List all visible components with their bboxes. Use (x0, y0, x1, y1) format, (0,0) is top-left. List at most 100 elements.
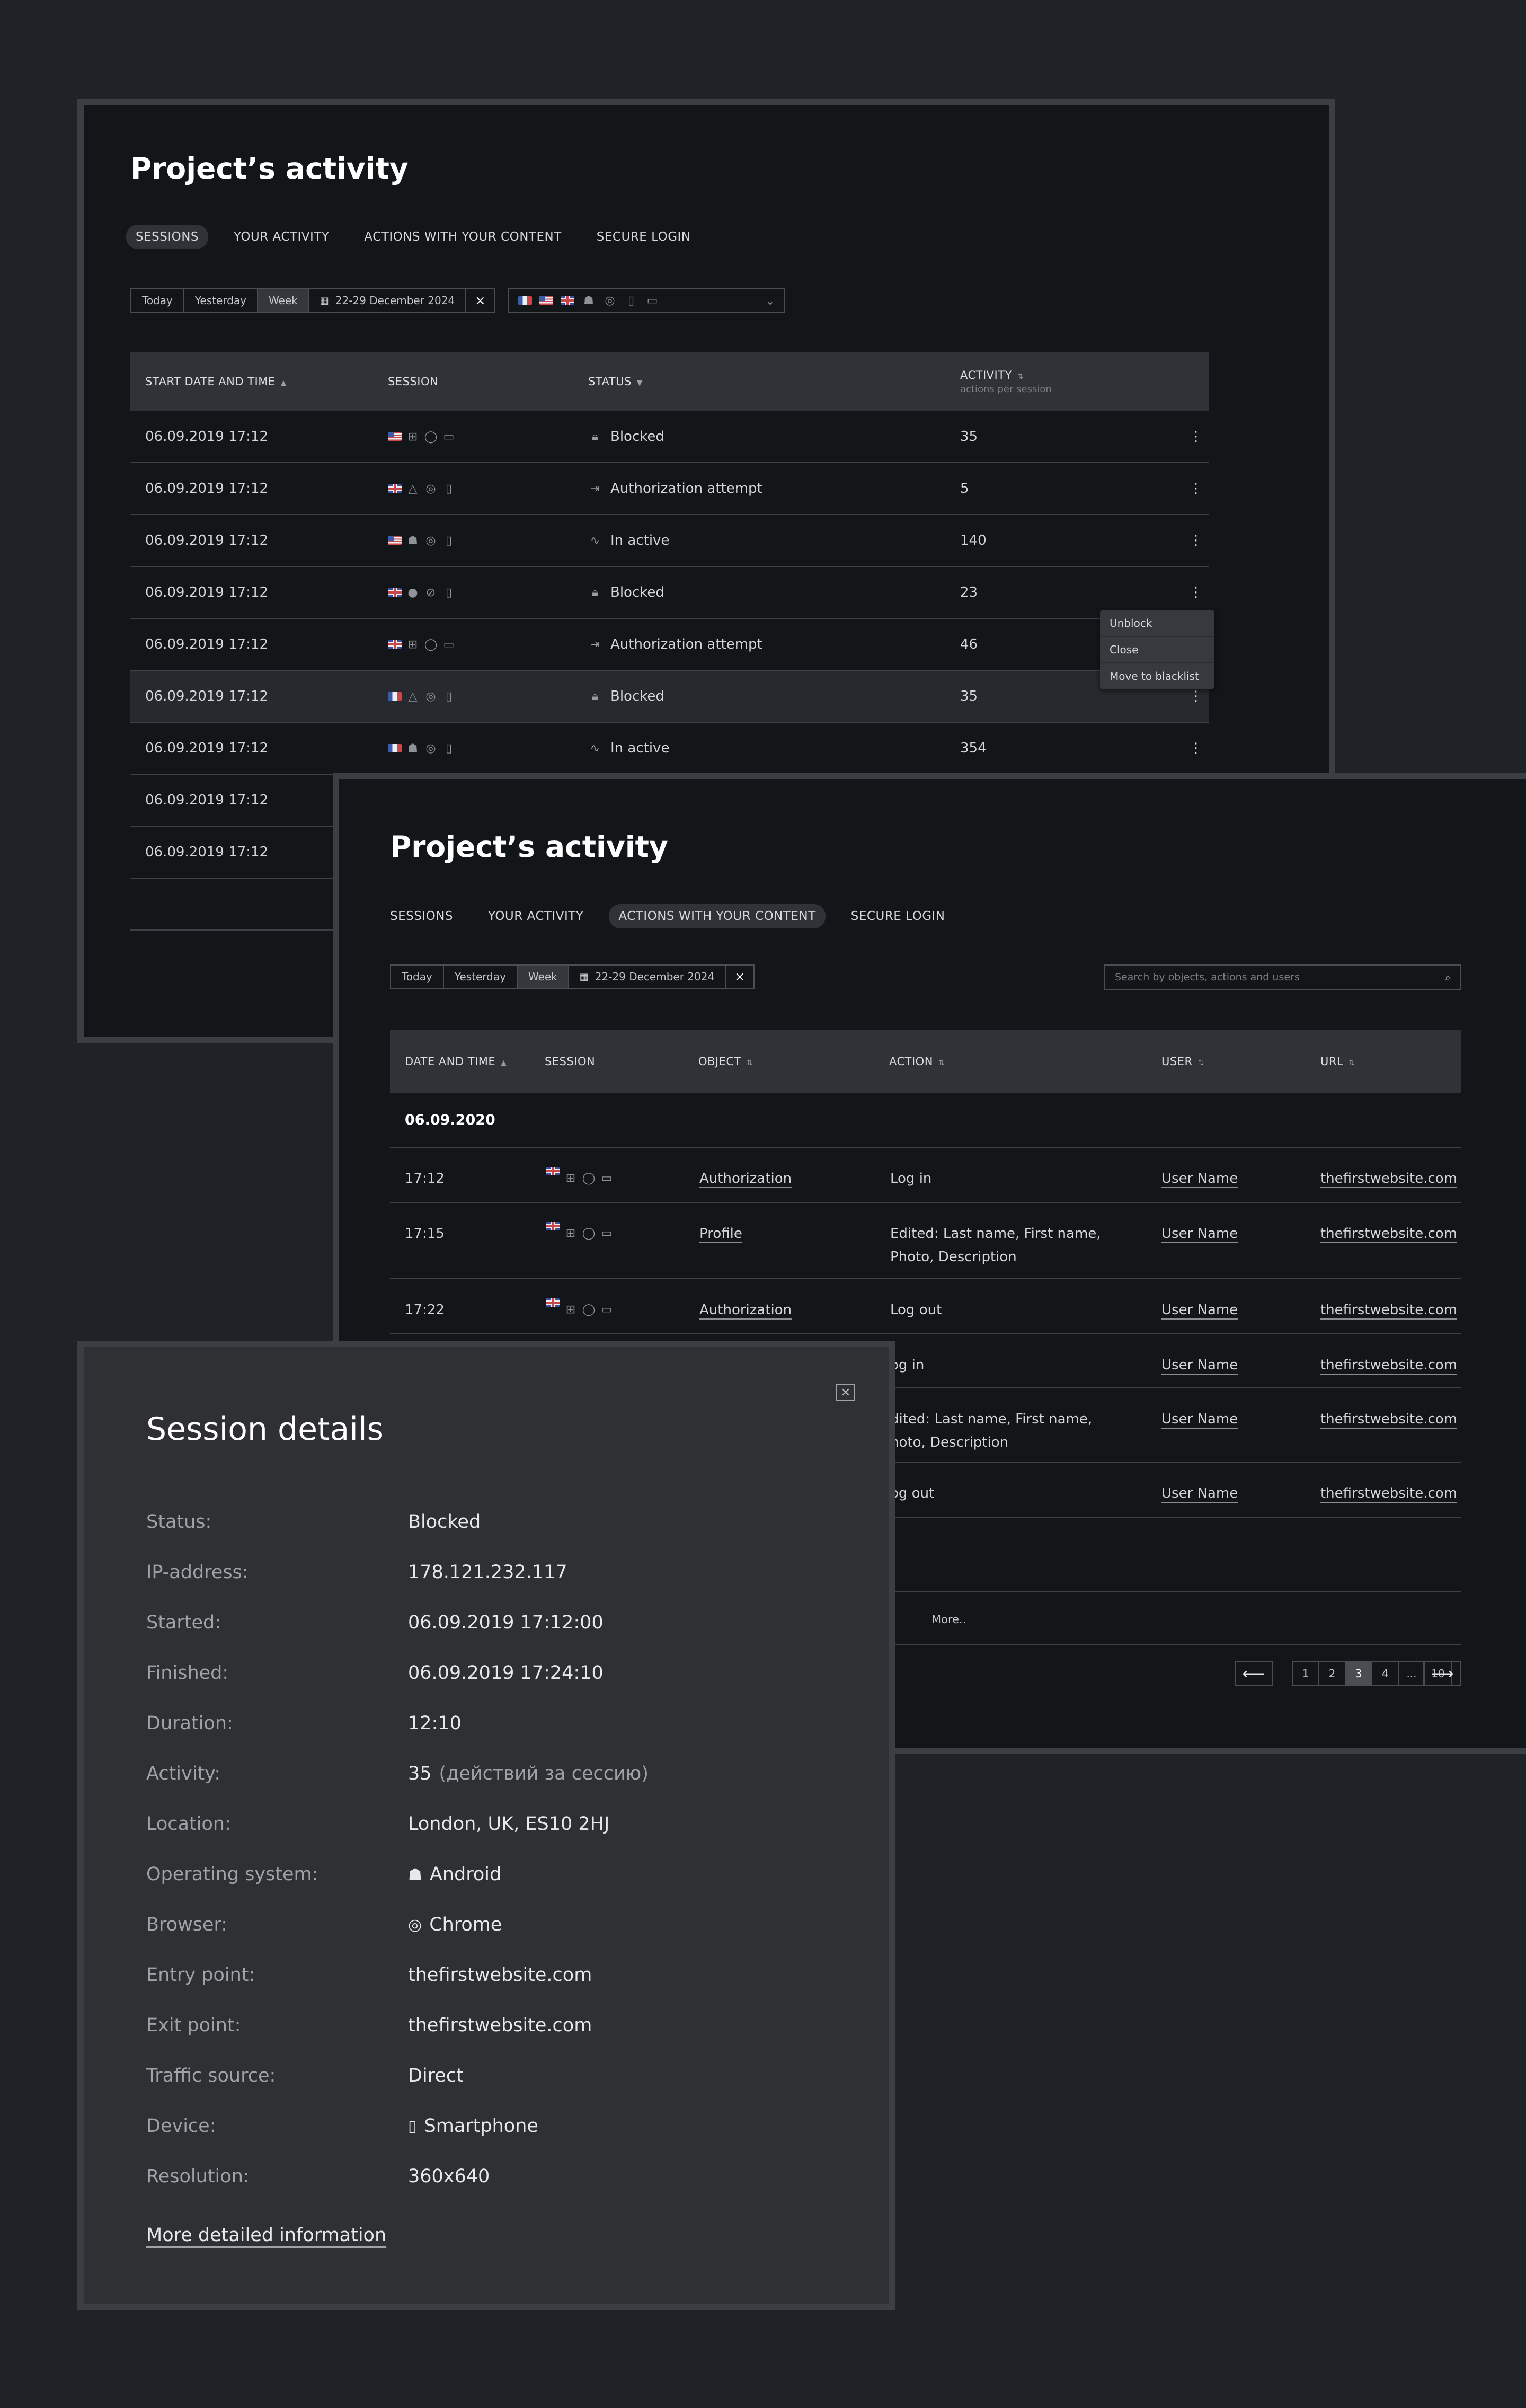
filter-yesterday-button[interactable]: Yesterday (184, 289, 258, 312)
user-link[interactable]: User Name (1161, 1482, 1238, 1505)
status-cell: ∿ In active (588, 533, 960, 548)
header-date-time[interactable]: DATE AND TIME ▲ (405, 1055, 507, 1068)
filter-week-button[interactable]: Week (258, 289, 309, 312)
filter-today-button[interactable]: Today (131, 289, 184, 312)
table-row[interactable]: 17:22 ⊞ ◯ ▭ Authorization Log out User N… (390, 1279, 1461, 1334)
next-page-button[interactable]: ⟶ (1423, 1661, 1461, 1686)
desktop-icon: ▭ (601, 1172, 613, 1185)
url-link[interactable]: thefirstwebsite.com (1320, 1407, 1457, 1431)
object-link[interactable]: Authorization (699, 1298, 792, 1322)
detail-value: thefirstwebsite.com (408, 1964, 592, 1986)
more-options-icon[interactable]: ⋮ (1183, 585, 1209, 600)
action-cell: dited: Last name, First name, hoto, Desc… (890, 1411, 1093, 1450)
filter-today-button[interactable]: Today (391, 966, 444, 988)
search-input[interactable]: Search by objects, actions and users ⌕ (1104, 964, 1461, 990)
user-link[interactable]: User Name (1161, 1353, 1238, 1377)
search-icon: ⌕ (1444, 971, 1451, 984)
start-date-cell: 06.09.2019 17:12 (145, 688, 269, 704)
tablet-icon: ▯ (445, 689, 453, 703)
url-link[interactable]: thefirstwebsite.com (1320, 1298, 1457, 1322)
more-detailed-information-link[interactable]: More detailed information (146, 2225, 386, 2246)
table-row[interactable]: 06.09.2019 17:12 △ ◎ ▯ ⇥ Authorization at… (130, 463, 1209, 515)
header-url[interactable]: URL ⇅ (1320, 1055, 1355, 1068)
session-filter-select[interactable]: ☗ ◎ ▯ ▭ ⌄ (508, 288, 785, 313)
header-object[interactable]: OBJECT ⇅ (698, 1055, 753, 1068)
header-status[interactable]: STATUS ▼ (588, 375, 960, 388)
url-link[interactable]: thefirstwebsite.com (1320, 1167, 1457, 1190)
page-button[interactable]: 3 (1346, 1662, 1372, 1685)
tab-your-activity[interactable]: YOUR ACTIVITY (478, 904, 593, 928)
close-icon[interactable]: ✕ (836, 1384, 855, 1401)
activity-cell: 35 (960, 688, 978, 704)
page-title: Project’s activity (390, 830, 668, 864)
user-link[interactable]: User Name (1161, 1167, 1238, 1190)
tab-actions-with-content[interactable]: ACTIONS WITH YOUR CONTENT (609, 904, 826, 928)
table-row[interactable]: 06.09.2019 17:12 ☗ ◎ ▯ ∿ In active 354 ⋮ (130, 723, 1209, 775)
object-link[interactable]: Authorization (699, 1167, 792, 1190)
header-action[interactable]: ACTION ⇅ (889, 1055, 945, 1068)
flag-us-icon (539, 296, 553, 305)
header-user[interactable]: USER ⇅ (1161, 1055, 1204, 1068)
tab-your-activity[interactable]: YOUR ACTIVITY (224, 225, 339, 249)
more-options-icon[interactable]: ⋮ (1183, 740, 1209, 756)
start-date-cell: 06.09.2019 17:12 (145, 533, 269, 548)
table-row[interactable]: 17:12 ⊞ ◯ ▭ Authorization Log in User Na… (390, 1148, 1461, 1203)
user-link[interactable]: User Name (1161, 1298, 1238, 1322)
date-range-picker[interactable]: ▦ 22-29 December 2024 (309, 289, 467, 312)
table-row[interactable]: 06.09.2019 17:12 ● ⊘ ▯ 🔒︎ Blocked 23 ⋮ (130, 567, 1209, 619)
opera-icon: ◯ (582, 1227, 596, 1240)
detail-label: Activity: (146, 1763, 221, 1784)
object-link[interactable]: Profile (699, 1222, 742, 1245)
detail-value: 12:10 (408, 1713, 462, 1734)
clear-filter-button[interactable]: × (726, 966, 753, 988)
more-options-icon[interactable]: ⋮ (1183, 688, 1209, 704)
tab-sessions[interactable]: SESSIONS (380, 904, 463, 928)
more-options-icon[interactable]: ⋮ (1183, 481, 1209, 497)
table-row[interactable]: 06.09.2019 17:12 △ ◎ ▯ 🔒︎ Blocked 35 ⋮ (130, 671, 1209, 723)
unblock-menu-item[interactable]: Unblock (1100, 610, 1214, 637)
user-link[interactable]: User Name (1161, 1407, 1238, 1431)
flag-us-icon (388, 536, 402, 545)
date-range-picker[interactable]: ▦ 22-29 December 2024 (569, 966, 726, 988)
table-row[interactable]: 06.09.2019 17:12 ⊞ ◯ ▭ 🔒︎ Blocked 35 ⋮ (130, 411, 1209, 463)
detail-label: Entry point: (146, 1964, 255, 1986)
sort-icon: ⇅ (938, 1059, 945, 1067)
chrome-icon: ◎ (425, 534, 436, 547)
more-options-icon[interactable]: ⋮ (1183, 429, 1209, 445)
header-activity[interactable]: ACTIVITY ⇅ actions per session (960, 369, 1183, 395)
tab-sessions[interactable]: SESSIONS (126, 225, 209, 249)
close-menu-item[interactable]: Close (1100, 637, 1214, 663)
prev-page-button[interactable]: ⟵ (1235, 1661, 1273, 1686)
detail-label: Traffic source: (146, 2065, 276, 2086)
url-link[interactable]: thefirstwebsite.com (1320, 1222, 1457, 1245)
activity-cell: 354 (960, 740, 987, 756)
url-link[interactable]: thefirstwebsite.com (1320, 1353, 1457, 1377)
tab-secure-login[interactable]: SECURE LOGIN (841, 904, 955, 928)
header-start-date[interactable]: START DATE AND TIME ▲ (130, 375, 388, 388)
page-button[interactable]: 4 (1372, 1662, 1399, 1685)
pulse-icon: ∿ (590, 534, 600, 547)
more-options-icon[interactable]: ⋮ (1183, 533, 1209, 548)
filter-yesterday-button[interactable]: Yesterday (444, 966, 518, 988)
opera-icon: ◯ (582, 1303, 596, 1316)
activity-cell: 5 (960, 481, 969, 497)
detail-row: Started: 06.09.2019 17:12:00 (146, 1612, 604, 1633)
smartphone-icon: ▯ (445, 741, 453, 755)
page-button[interactable]: 2 (1319, 1662, 1346, 1685)
table-row[interactable]: 06.09.2019 17:12 ⊞ ◯ ▭ ⇥ Authorization at… (130, 619, 1209, 671)
clear-filter-button[interactable]: × (466, 289, 494, 312)
table-row[interactable]: 06.09.2019 17:12 ☗ ◎ ▯ ∿ In active 140 ⋮ (130, 515, 1209, 567)
more-link[interactable]: More.. (931, 1608, 966, 1631)
url-link[interactable]: thefirstwebsite.com (1320, 1482, 1457, 1505)
group-date-row: 06.09.2020 (390, 1093, 1461, 1148)
filter-week-button[interactable]: Week (517, 966, 569, 988)
page-button[interactable]: 1 (1293, 1662, 1319, 1685)
table-row[interactable]: 17:15 ⊞ ◯ ▭ Profile Edited: Last name, F… (390, 1203, 1461, 1279)
user-link[interactable]: User Name (1161, 1222, 1238, 1245)
tab-secure-login[interactable]: SECURE LOGIN (587, 225, 700, 249)
tab-actions-with-content[interactable]: ACTIONS WITH YOUR CONTENT (354, 225, 571, 249)
tab-bar: SESSIONS YOUR ACTIVITY ACTIONS WITH YOUR… (126, 225, 700, 249)
desktop-icon: ▭ (443, 638, 455, 651)
move-to-blacklist-menu-item[interactable]: Move to blacklist (1100, 663, 1214, 689)
tab-bar: SESSIONS YOUR ACTIVITY ACTIONS WITH YOUR… (380, 904, 955, 928)
